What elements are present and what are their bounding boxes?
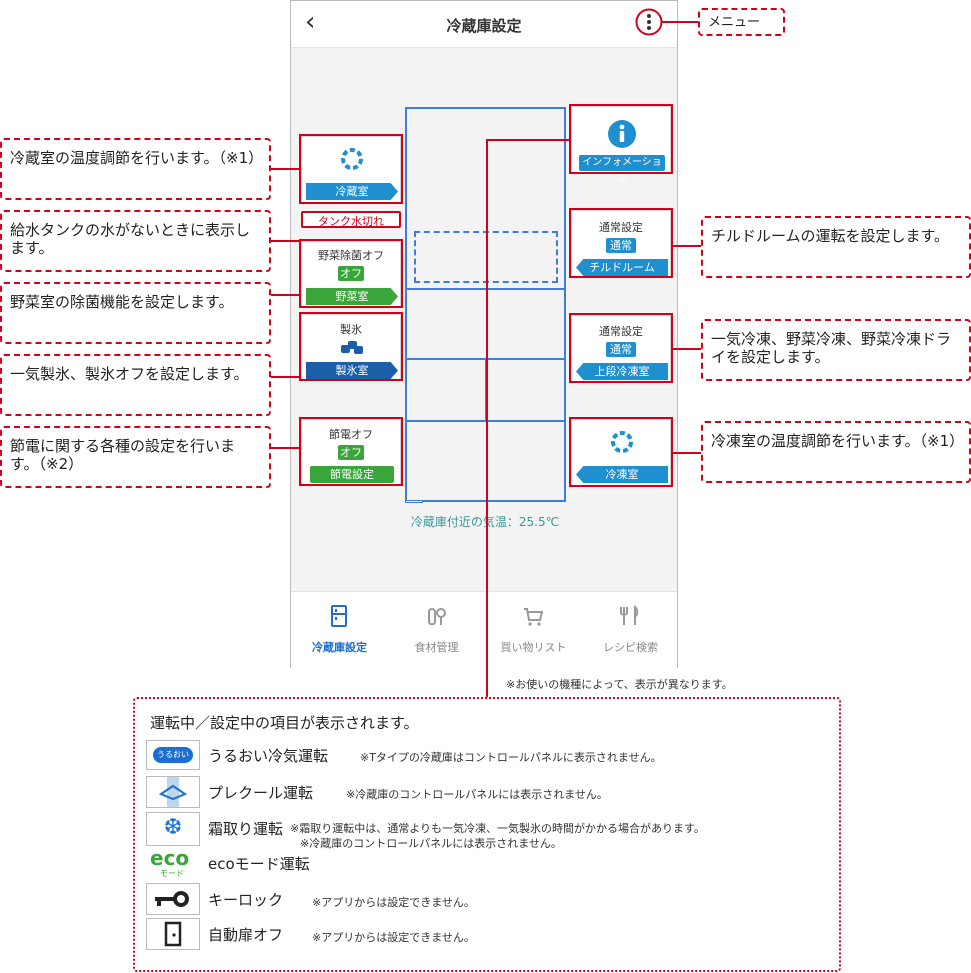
connector-line <box>270 447 299 449</box>
eco-icon-text: eco <box>150 846 190 870</box>
connector-line <box>673 348 701 350</box>
highlight-power-saving <box>299 417 403 486</box>
fridge-icon <box>331 605 347 627</box>
nav-recipe-search[interactable]: レシピ検索 <box>582 592 679 668</box>
nav-label: 食材管理 <box>414 641 459 654</box>
callout-power-saving: 節電に関する各種の設定を行います。（※2） <box>0 426 271 488</box>
legend-item-name: 霜取り運転 <box>208 820 284 838</box>
connector-line <box>662 21 698 23</box>
fridge-upper-freezer-compartment <box>485 358 566 422</box>
callout-upper-freezer: 一気冷凍、野菜冷凍、野菜冷凍ドライを設定します。 <box>701 319 971 381</box>
snowflake-glyph: ❆ <box>163 815 183 840</box>
utensils-icon <box>620 605 639 625</box>
connector-line <box>673 452 701 454</box>
legend-item-name: うるおい冷気運転 <box>208 747 329 765</box>
cart-icon <box>524 608 544 626</box>
eco-icon-subtext: モード <box>160 869 184 878</box>
precool-icon <box>146 776 200 808</box>
nav-label: 買い物リスト <box>500 641 567 654</box>
nav-food-management[interactable]: 食材管理 <box>388 592 485 668</box>
connector-line <box>486 139 488 697</box>
legend-item-name: キーロック <box>208 891 284 909</box>
highlight-freezer-room <box>569 417 673 487</box>
legend-item-note: ※冷蔵庫のコントロールパネルには表示されません。 <box>346 788 608 801</box>
highlight-ice-room <box>299 312 403 381</box>
fridge-ice-compartment <box>405 358 487 422</box>
precool-icon-graphic <box>158 777 188 807</box>
connector-line <box>486 139 569 141</box>
callout-chilled-room: チルドルームの運転を設定します。 <box>701 216 971 278</box>
connector-line <box>270 294 299 296</box>
key-lock-icon <box>146 883 200 915</box>
nav-label: 冷蔵庫設定 <box>312 641 367 654</box>
moisture-icon-text: うるおい <box>153 747 193 763</box>
legend-item-name: ecoモード運転 <box>208 855 310 873</box>
food-icon <box>428 608 446 626</box>
highlight-upper-freezer <box>569 313 673 383</box>
legend-item-note: ※アプリからは設定できません。 <box>312 931 475 944</box>
connector-line <box>270 168 299 170</box>
eco-mode-icon: eco モード <box>146 846 200 880</box>
legend-item-name: プレクール運転 <box>208 784 314 802</box>
connector-line <box>673 245 701 247</box>
model-note: ※お使いの機種によって、表示が異なります。 <box>506 678 733 691</box>
callout-tank-warning: 給水タンクの水がないときに表示します。 <box>0 210 271 272</box>
connector-line <box>270 240 299 242</box>
moisture-cooling-icon: うるおい <box>146 740 200 770</box>
callout-menu: メニュー <box>698 8 785 36</box>
app-bar: ‹ 冷蔵庫設定 <box>291 1 677 48</box>
key-icon <box>155 891 189 907</box>
legend-item-note: ※Tタイプの冷蔵庫はコントロールパネルに表示されません。 <box>360 751 662 764</box>
fridge-foot-left <box>405 500 423 503</box>
page-title: 冷蔵庫設定 <box>446 17 522 35</box>
nav-shopping-list[interactable]: 買い物リスト <box>485 592 582 668</box>
legend-item-note: ※アプリからは設定できません。 <box>312 896 475 909</box>
nav-fridge-settings[interactable]: 冷蔵庫設定 <box>291 592 388 668</box>
callout-fridge-temperature: 冷蔵室の温度調節を行います。（※1） <box>0 138 271 200</box>
legend-item-name: 自動扉オフ <box>208 926 284 944</box>
connector-line <box>270 376 299 378</box>
nav-label: レシピ検索 <box>603 641 658 654</box>
defrost-icon: ❆ <box>146 812 200 846</box>
callout-ice: 一気製氷、製氷オフを設定します。 <box>0 354 271 416</box>
bottom-navigation: 冷蔵庫設定 食材管理 買い物リスト レシピ検索 <box>291 591 677 668</box>
legend-title: 運転中／設定中の項目が表示されます。 <box>150 714 419 732</box>
callout-freezer-temperature: 冷凍室の温度調節を行います。（※1） <box>701 421 971 483</box>
highlight-fridge-room <box>299 134 403 204</box>
highlight-vegetable-room <box>299 239 403 308</box>
auto-door-off-icon <box>146 918 200 950</box>
ambient-temperature: 冷蔵庫付近の気温：25.5℃ <box>410 515 560 529</box>
door-icon <box>164 921 182 947</box>
highlight-information <box>569 104 673 174</box>
legend-item-note-2: ※冷蔵庫のコントロールパネルには表示されません。 <box>300 837 562 850</box>
menu-icon[interactable] <box>635 8 663 36</box>
legend-item-note: ※霜取り運転中は、通常よりも一気冷凍、一気製氷の時間がかかる場合があります。 <box>290 822 705 835</box>
callout-vegetable: 野菜室の除菌機能を設定します。 <box>0 282 271 344</box>
highlight-chilled-room <box>569 208 673 278</box>
tank-warning-badge: タンク水切れ <box>301 211 401 228</box>
